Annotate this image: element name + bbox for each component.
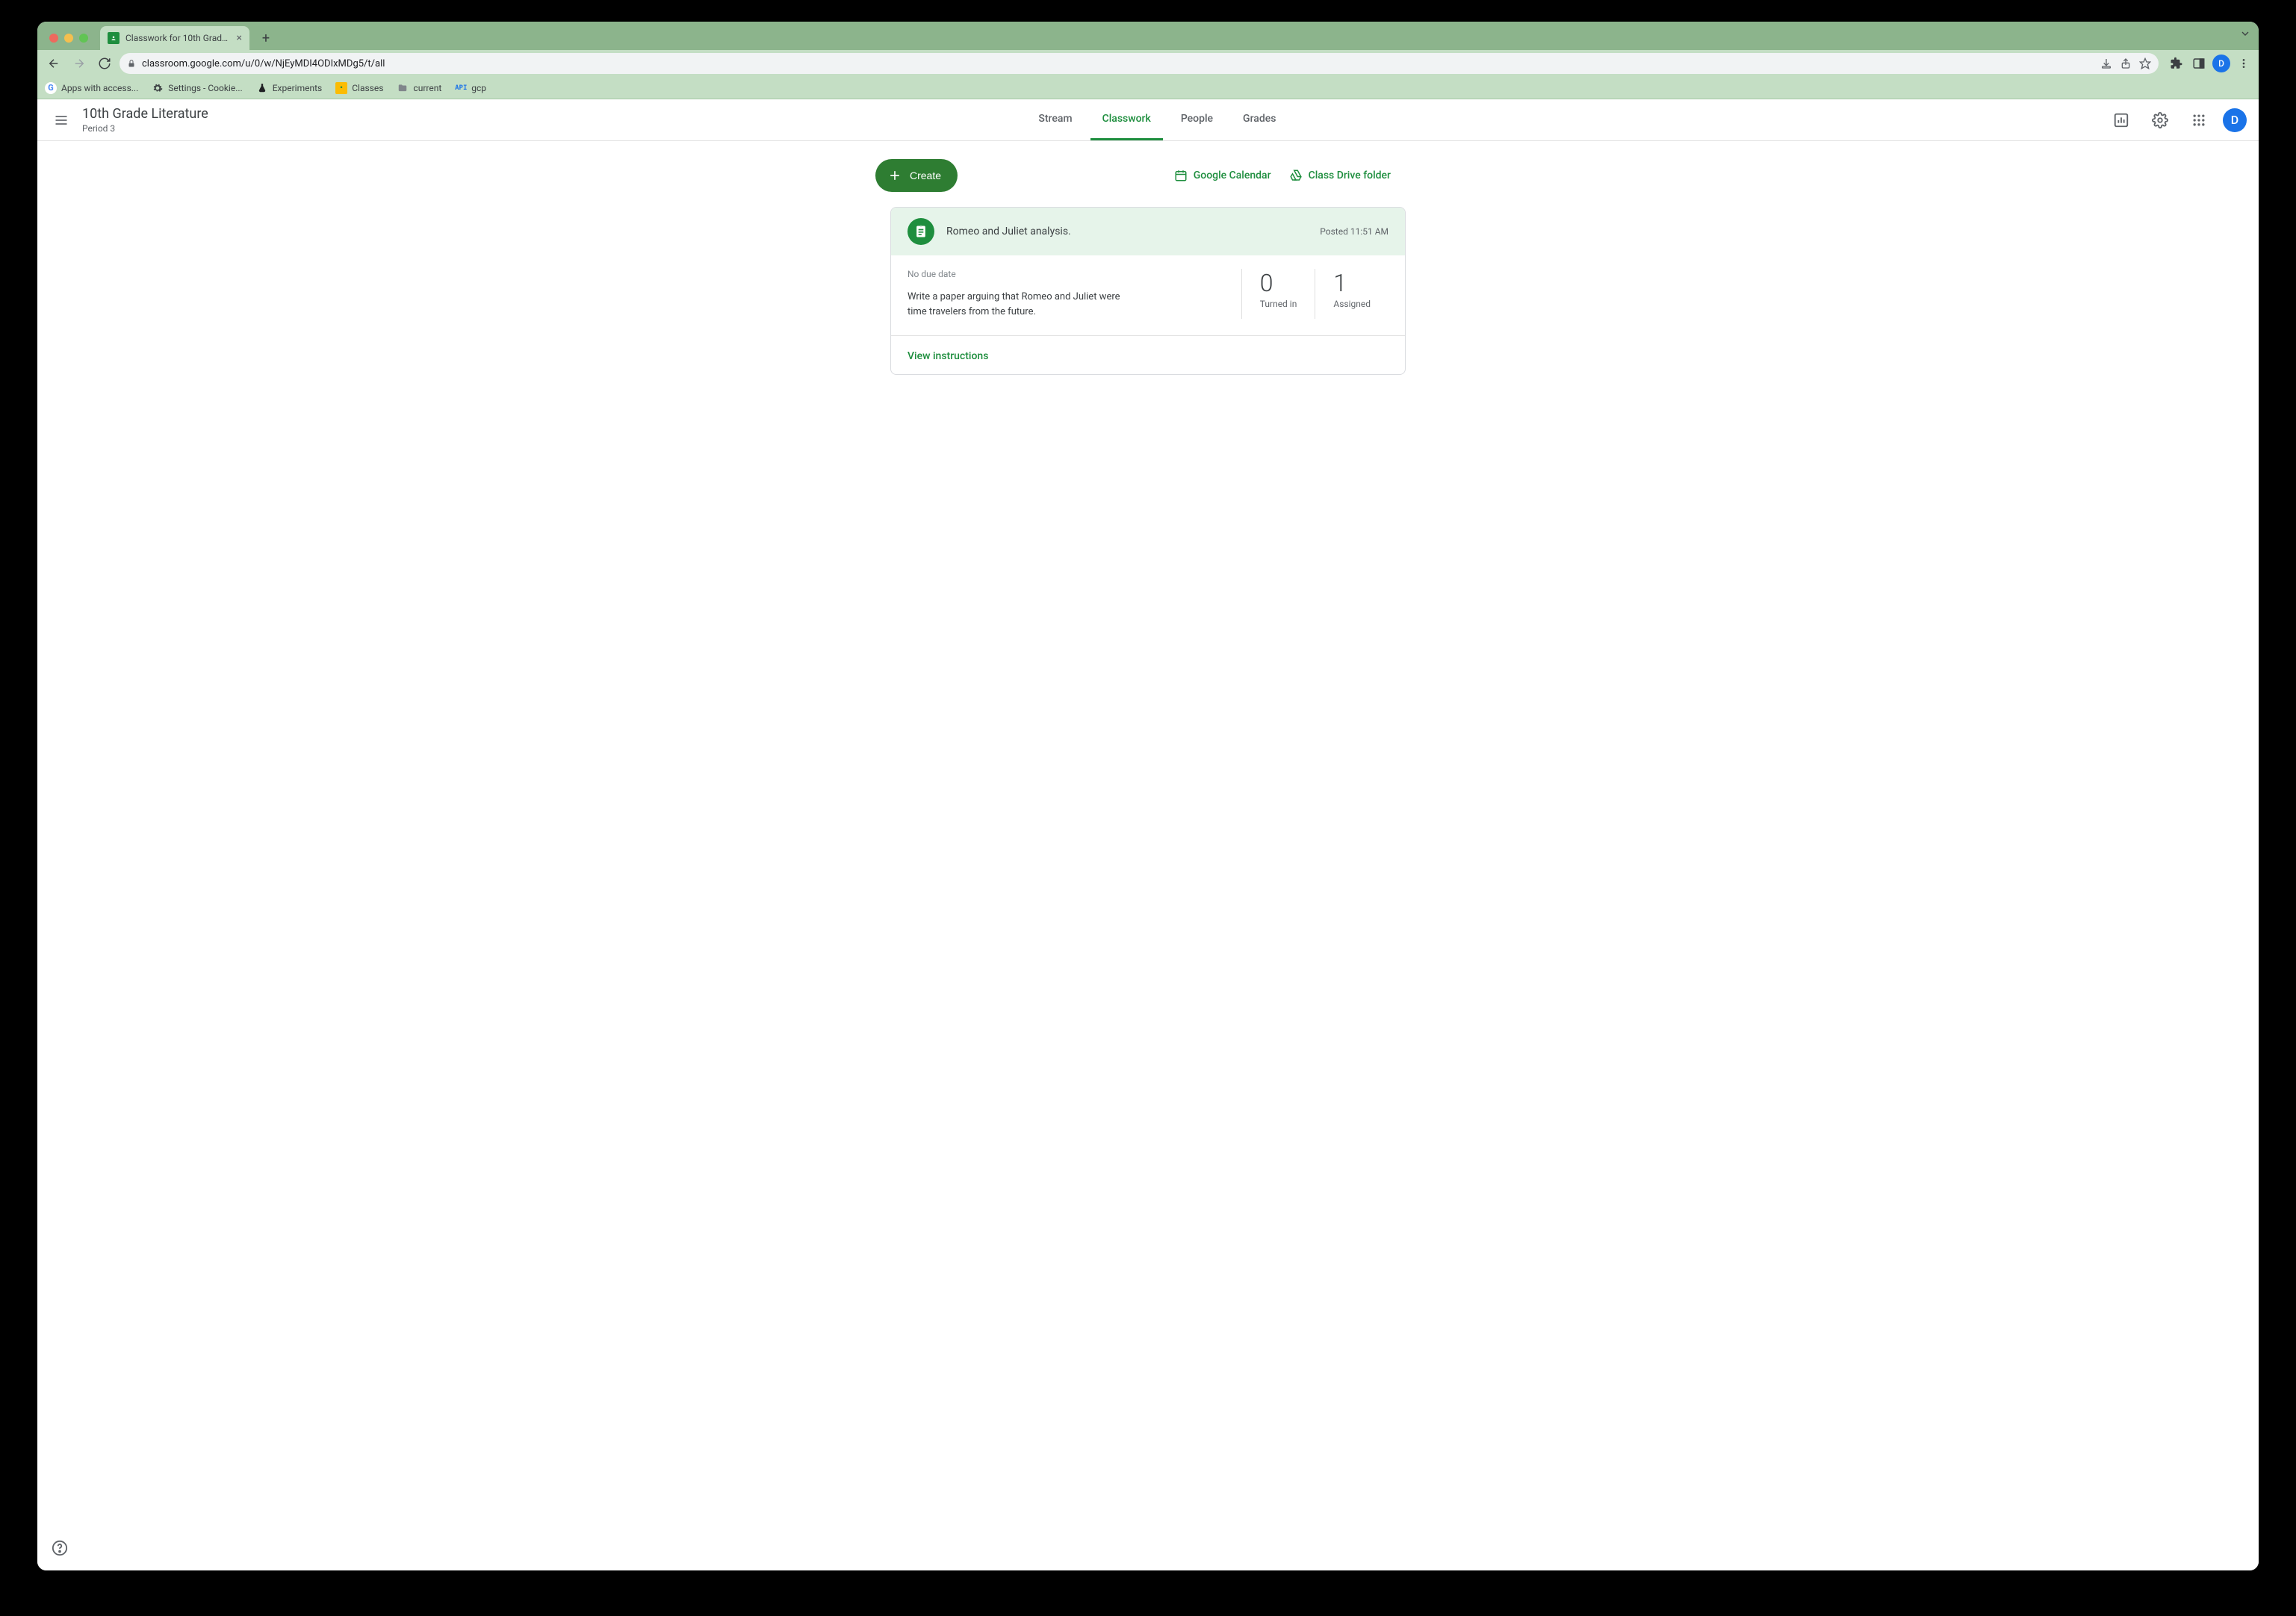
tab-title: Classwork for 10th Grade Liter...	[125, 33, 231, 43]
bookmark-item[interactable]: current	[397, 82, 441, 94]
extensions-icon[interactable]	[2168, 55, 2185, 72]
settings-icon[interactable]	[2145, 105, 2175, 135]
calendar-icon	[1174, 169, 1188, 182]
bookmark-label: Classes	[352, 83, 383, 93]
help-button[interactable]	[48, 1536, 72, 1560]
plus-icon	[887, 168, 902, 183]
tab-grades[interactable]: Grades	[1231, 99, 1288, 140]
actions-row: Create Google Calendar Class Drive folde…	[905, 153, 1391, 207]
chrome-menu-icon[interactable]	[2235, 55, 2253, 72]
assigned-count: 1	[1333, 269, 1371, 297]
tabs-dropdown-icon[interactable]	[2239, 28, 2251, 40]
tab-classwork[interactable]: Classwork	[1090, 99, 1163, 140]
tab-strip: Classwork for 10th Grade Liter... × +	[37, 22, 2259, 50]
account-avatar[interactable]: D	[2223, 108, 2247, 132]
browser-toolbar: classroom.google.com/u/0/w/NjEyMDI4ODIxM…	[37, 50, 2259, 77]
folder-icon	[397, 82, 409, 94]
bookmark-star-icon[interactable]	[2139, 58, 2151, 69]
header-actions: D	[2106, 105, 2247, 135]
classroom-app: 10th Grade Literature Period 3 Stream Cl…	[37, 99, 2259, 1570]
bookmark-item[interactable]: API gcp	[455, 82, 486, 94]
calendar-label: Google Calendar	[1194, 170, 1271, 181]
bookmark-label: Settings - Cookie...	[168, 83, 242, 93]
turned-in-count: 0	[1260, 269, 1297, 297]
create-button[interactable]: Create	[875, 159, 958, 192]
class-drive-link[interactable]: Class Drive folder	[1289, 169, 1391, 182]
assignment-header[interactable]: Romeo and Juliet analysis. Posted 11:51 …	[891, 208, 1405, 255]
assignment-icon	[907, 218, 934, 245]
view-instructions-link[interactable]: View instructions	[907, 350, 988, 362]
assigned-label: Assigned	[1333, 299, 1371, 309]
back-button[interactable]	[43, 53, 64, 74]
assignment-title: Romeo and Juliet analysis.	[946, 226, 1308, 237]
turned-in-label: Turned in	[1260, 299, 1297, 309]
window-controls	[45, 34, 96, 50]
forward-button[interactable]	[69, 53, 90, 74]
install-icon[interactable]	[2100, 58, 2112, 69]
drive-icon	[1289, 169, 1303, 182]
due-date: No due date	[907, 269, 1241, 279]
minimize-window-button[interactable]	[64, 34, 73, 43]
browser-window: Classwork for 10th Grade Liter... × + cl…	[37, 22, 2259, 1570]
google-calendar-link[interactable]: Google Calendar	[1174, 169, 1271, 182]
classes-icon	[335, 82, 347, 94]
new-tab-button[interactable]: +	[255, 28, 276, 49]
url-text: classroom.google.com/u/0/w/NjEyMDI4ODIxM…	[142, 58, 385, 69]
assignment-footer: View instructions	[891, 335, 1405, 374]
close-tab-icon[interactable]: ×	[237, 32, 242, 44]
flask-icon	[256, 82, 268, 94]
bookmark-item[interactable]: G Apps with access...	[45, 82, 138, 94]
apps-grid-icon[interactable]	[2184, 105, 2214, 135]
bookmark-item[interactable]: Settings - Cookie...	[152, 82, 242, 94]
tab-people[interactable]: People	[1169, 99, 1225, 140]
browser-tab[interactable]: Classwork for 10th Grade Liter... ×	[100, 26, 249, 50]
bookmark-label: gcp	[471, 83, 486, 93]
analytics-icon[interactable]	[2106, 105, 2136, 135]
address-bar[interactable]: classroom.google.com/u/0/w/NjEyMDI4ODIxM…	[120, 53, 2159, 74]
sidepanel-icon[interactable]	[2190, 55, 2208, 72]
assigned-stat[interactable]: 1 Assigned	[1315, 269, 1389, 319]
bookmarks-bar: G Apps with access... Settings - Cookie.…	[37, 77, 2259, 99]
tab-stream[interactable]: Stream	[1026, 99, 1084, 140]
turned-in-stat[interactable]: 0 Turned in	[1241, 269, 1315, 319]
class-section: Period 3	[82, 123, 208, 134]
nav-tabs: Stream Classwork People Grades	[208, 99, 2106, 140]
assignment-stats: 0 Turned in 1 Assigned	[1241, 269, 1389, 319]
toolbar-right: D	[2163, 55, 2253, 72]
menu-button[interactable]	[43, 102, 79, 138]
reload-button[interactable]	[94, 53, 115, 74]
omnibox-actions	[2100, 58, 2151, 69]
bookmark-label: current	[413, 83, 441, 93]
bookmark-item[interactable]: Classes	[335, 82, 383, 94]
bookmark-label: Experiments	[273, 83, 323, 93]
app-header: 10th Grade Literature Period 3 Stream Cl…	[37, 99, 2259, 141]
bookmark-item[interactable]: Experiments	[256, 82, 323, 94]
assignment-card: Romeo and Juliet analysis. Posted 11:51 …	[890, 207, 1406, 375]
classroom-favicon	[108, 32, 120, 44]
class-name: 10th Grade Literature	[82, 106, 208, 122]
api-icon: API	[455, 82, 467, 94]
google-icon: G	[45, 82, 57, 94]
main-content: Create Google Calendar Class Drive folde…	[905, 141, 1391, 405]
class-info[interactable]: 10th Grade Literature Period 3	[82, 106, 208, 134]
profile-avatar[interactable]: D	[2212, 55, 2230, 72]
assignment-body: No due date Write a paper arguing that R…	[891, 255, 1405, 335]
gear-icon	[152, 82, 164, 94]
lock-icon	[127, 59, 136, 68]
share-icon[interactable]	[2120, 58, 2132, 69]
drive-label: Class Drive folder	[1309, 170, 1391, 181]
assignment-description: Write a paper arguing that Romeo and Jul…	[907, 290, 1132, 319]
close-window-button[interactable]	[49, 34, 58, 43]
bookmark-label: Apps with access...	[61, 83, 138, 93]
maximize-window-button[interactable]	[79, 34, 88, 43]
create-label: Create	[910, 170, 941, 181]
posted-time: Posted 11:51 AM	[1320, 226, 1389, 237]
